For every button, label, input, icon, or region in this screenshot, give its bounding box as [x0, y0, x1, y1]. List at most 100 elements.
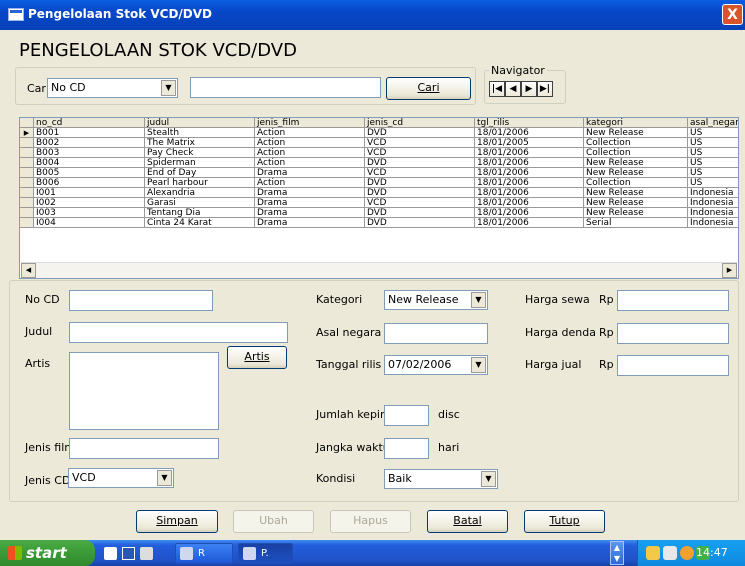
table-row[interactable]: B004 Spiderman Action DVD 18/01/2006 New Rele… [20, 158, 738, 168]
search-button[interactable]: Cari [386, 77, 471, 100]
table-cell[interactable]: New Release [584, 168, 688, 178]
horizontal-scrollbar[interactable]: ◀ ▶ [21, 262, 737, 278]
table-cell[interactable]: 18/01/2006 [475, 208, 584, 218]
table-cell[interactable]: US [688, 168, 738, 178]
table-cell[interactable]: The Matrix [145, 138, 255, 148]
table-cell[interactable]: Pearl harbour [145, 178, 255, 188]
table-cell[interactable]: Action [255, 158, 365, 168]
table-cell[interactable]: I001 [34, 188, 145, 198]
artis-button[interactable]: Artis [227, 346, 287, 369]
tray-icon[interactable] [646, 546, 660, 560]
scroll-left-icon[interactable]: ◀ [21, 263, 36, 278]
table-cell[interactable]: Serial [584, 218, 688, 228]
table-cell[interactable]: I003 [34, 208, 145, 218]
row-indicator[interactable] [20, 208, 34, 218]
chevron-down-icon[interactable]: ▼ [471, 292, 486, 308]
table-cell[interactable]: Drama [255, 168, 365, 178]
row-pointer-icon[interactable]: ▶ [20, 128, 34, 138]
table-cell[interactable]: 18/01/2006 [475, 148, 584, 158]
table-row[interactable]: I003 Tentang Dia Drama DVD 18/01/2006 New Rel… [20, 208, 738, 218]
table-cell[interactable]: VCD [365, 168, 475, 178]
column-header[interactable]: judul [145, 118, 255, 128]
table-row[interactable]: B006 Pearl harbour Action DVD 18/01/2006 Coll… [20, 178, 738, 188]
jenis-film-field[interactable] [69, 438, 219, 459]
table-cell[interactable]: Action [255, 128, 365, 138]
tanggal-rilis-picker[interactable]: 07/02/2006 ▼ [384, 355, 488, 375]
table-cell[interactable]: 18/01/2006 [475, 128, 584, 138]
harga-sewa-field[interactable] [617, 290, 729, 311]
table-cell[interactable]: Garasi [145, 198, 255, 208]
table-cell[interactable]: 18/01/2006 [475, 158, 584, 168]
table-cell[interactable]: New Release [584, 188, 688, 198]
column-header[interactable]: jenis_film [255, 118, 365, 128]
batal-button[interactable]: Batal [427, 510, 508, 533]
hapus-button[interactable]: Hapus [330, 510, 411, 533]
table-cell[interactable]: VCD [365, 138, 475, 148]
chevron-down-icon[interactable]: ▼ [471, 357, 486, 373]
chevron-down-icon[interactable]: ▼ [481, 471, 496, 487]
taskbar-task-p[interactable]: P. [238, 543, 293, 564]
table-cell[interactable]: Drama [255, 218, 365, 228]
table-cell[interactable]: Spiderman [145, 158, 255, 168]
tray-icon[interactable] [680, 546, 694, 560]
table-cell[interactable]: Action [255, 138, 365, 148]
table-cell[interactable]: DVD [365, 158, 475, 168]
table-cell[interactable]: Tentang Dia [145, 208, 255, 218]
table-cell[interactable]: 18/01/2006 [475, 168, 584, 178]
table-cell[interactable]: I004 [34, 218, 145, 228]
table-cell[interactable]: B003 [34, 148, 145, 158]
table-cell[interactable]: B001 [34, 128, 145, 138]
table-row[interactable]: I002 Garasi Drama VCD 18/01/2006 New Release I… [20, 198, 738, 208]
row-indicator[interactable] [20, 148, 34, 158]
scroll-right-icon[interactable]: ▶ [722, 263, 737, 278]
table-cell[interactable]: B006 [34, 178, 145, 188]
table-cell[interactable]: Drama [255, 188, 365, 198]
shortcut-icon[interactable] [140, 547, 153, 560]
simpan-button[interactable]: Simpan [136, 510, 218, 533]
row-indicator[interactable] [20, 178, 34, 188]
table-cell[interactable]: 18/01/2005 [475, 138, 584, 148]
table-row[interactable]: B003 Pay Check Action VCD 18/01/2006 Collecti… [20, 148, 738, 158]
chevron-down-icon[interactable]: ▼ [157, 470, 172, 486]
table-cell[interactable]: Collection [584, 138, 688, 148]
table-cell[interactable]: Indonesia [688, 198, 738, 208]
asal-negara-field[interactable] [384, 323, 488, 344]
row-indicator[interactable] [20, 188, 34, 198]
table-cell[interactable]: US [688, 128, 738, 138]
table-cell[interactable]: US [688, 158, 738, 168]
tutup-button[interactable]: Tutup [524, 510, 605, 533]
column-header[interactable]: tgl_rilis [475, 118, 584, 128]
table-cell[interactable]: Drama [255, 198, 365, 208]
table-cell[interactable]: 18/01/2006 [475, 218, 584, 228]
nav-first-button[interactable]: |◀ [489, 81, 505, 97]
column-header[interactable]: asal_negara [688, 118, 738, 128]
kategori-select[interactable]: New Release ▼ [384, 290, 488, 310]
artis-textarea[interactable] [69, 352, 219, 430]
jenis-cd-select[interactable]: VCD ▼ [68, 468, 174, 488]
table-row[interactable]: I001 Alexandria Drama DVD 18/01/2006 New Rele… [20, 188, 738, 198]
table-cell[interactable]: End of Day [145, 168, 255, 178]
judul-field[interactable] [69, 322, 288, 343]
table-cell[interactable]: DVD [365, 128, 475, 138]
table-cell[interactable]: Indonesia [688, 188, 738, 198]
table-cell[interactable]: Action [255, 148, 365, 158]
row-indicator[interactable] [20, 198, 34, 208]
word-icon[interactable] [122, 547, 135, 560]
row-indicator[interactable] [20, 168, 34, 178]
column-header[interactable]: jenis_cd [365, 118, 475, 128]
no-cd-field[interactable] [69, 290, 213, 311]
table-cell[interactable]: 18/01/2006 [475, 198, 584, 208]
title-bar[interactable]: Pengelolaan Stok VCD/DVD X [0, 0, 745, 30]
nav-last-button[interactable]: ▶| [537, 81, 553, 97]
tray-icon[interactable] [663, 546, 677, 560]
column-header[interactable]: no_cd [34, 118, 145, 128]
scroll-track[interactable] [36, 263, 98, 278]
table-cell[interactable]: New Release [584, 158, 688, 168]
table-cell[interactable]: Stealth [145, 128, 255, 138]
table-cell[interactable]: I002 [34, 198, 145, 208]
table-cell[interactable]: B002 [34, 138, 145, 148]
start-button[interactable]: start [0, 540, 95, 566]
nav-prev-button[interactable]: ◀ [505, 81, 521, 97]
taskbar-task-r[interactable]: R [175, 543, 233, 564]
table-cell[interactable]: VCD [365, 148, 475, 158]
